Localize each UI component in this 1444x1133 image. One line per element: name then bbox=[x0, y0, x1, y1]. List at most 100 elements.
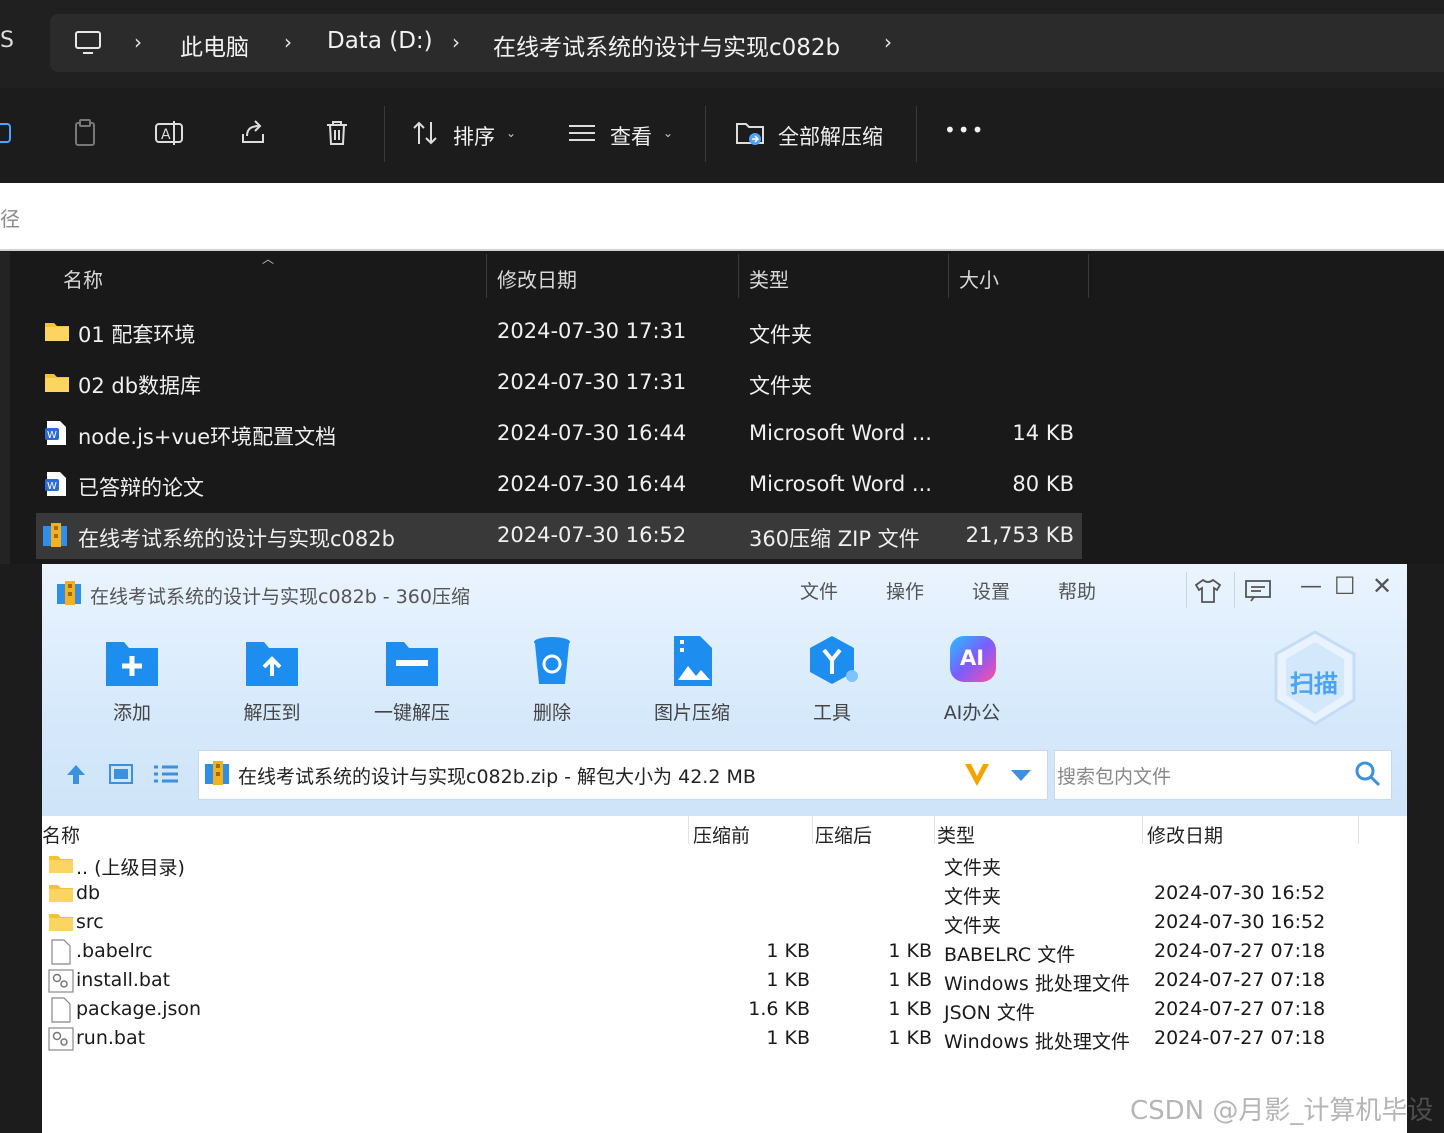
folder-icon bbox=[49, 914, 73, 931]
delete-icon[interactable] bbox=[322, 118, 352, 148]
extract-all-button[interactable]: 全部解压缩 bbox=[778, 121, 883, 151]
column-header-type[interactable]: 类型 bbox=[749, 264, 789, 293]
file-date: 2024-07-30 16:44 bbox=[497, 472, 687, 496]
col-date[interactable]: 修改日期 bbox=[1147, 821, 1223, 848]
column-divider[interactable] bbox=[1358, 816, 1359, 844]
minimize-icon[interactable]: — bbox=[1300, 574, 1322, 599]
archive-row[interactable]: package.json 1.6 KB 1 KB JSON 文件 2024-07… bbox=[42, 996, 1407, 1025]
menu-file[interactable]: 文件 bbox=[800, 577, 838, 604]
file-name: 02 db数据库 bbox=[78, 374, 202, 398]
column-divider[interactable] bbox=[738, 254, 739, 298]
column-header-date[interactable]: 修改日期 bbox=[497, 264, 577, 293]
view-button[interactable]: 查看 bbox=[610, 121, 652, 151]
entry-type: JSON 文件 bbox=[944, 1002, 1035, 1024]
watermark: CSDN @月影_计算机毕设 bbox=[1130, 1096, 1434, 1126]
rename-icon[interactable]: A bbox=[154, 118, 184, 148]
menu-operate[interactable]: 操作 bbox=[886, 577, 924, 604]
monitor-icon[interactable] bbox=[74, 30, 102, 56]
entry-after: 1 KB bbox=[888, 1027, 932, 1049]
ai-badge: AI bbox=[960, 646, 985, 670]
extract-all-icon[interactable] bbox=[735, 118, 765, 148]
archive-row[interactable]: .babelrc 1 KB 1 KB BABELRC 文件 2024-07-27… bbox=[42, 938, 1407, 967]
archive-row[interactable]: db 文件夹 2024-07-30 16:52 bbox=[42, 880, 1407, 909]
file-name: 01 配套环境 bbox=[78, 323, 196, 347]
chevron-down-icon[interactable]: ⌄ bbox=[506, 126, 516, 140]
search-box[interactable] bbox=[0, 183, 1444, 251]
archive-window: 在线考试系统的设计与实现c082b - 360压缩 文件 操作 设置 帮助 — … bbox=[42, 564, 1407, 1133]
column-divider[interactable] bbox=[688, 816, 689, 844]
archive-row[interactable]: .. (上级目录) 文件夹 bbox=[42, 851, 1407, 880]
archive-row[interactable]: run.bat 1 KB 1 KB Windows 批处理文件 2024-07-… bbox=[42, 1025, 1407, 1054]
breadcrumb-drive[interactable]: Data (D:) bbox=[327, 28, 433, 54]
archive-row[interactable]: src 文件夹 2024-07-30 16:52 bbox=[42, 909, 1407, 938]
chevron-right-icon[interactable]: › bbox=[884, 30, 892, 54]
image-compress-label: 图片压缩 bbox=[653, 702, 730, 724]
v-logo-icon[interactable] bbox=[962, 760, 992, 790]
file-date: 2024-07-30 17:31 bbox=[497, 370, 687, 394]
file-row[interactable]: 02 db数据库 2024-07-30 17:31 文件夹 bbox=[36, 360, 1082, 406]
chevron-right-icon[interactable]: › bbox=[134, 30, 142, 54]
menu-help[interactable]: 帮助 bbox=[1058, 577, 1096, 604]
entry-after: 1 KB bbox=[888, 998, 932, 1020]
column-header-size[interactable]: 大小 bbox=[959, 264, 999, 293]
breadcrumb-folder[interactable]: 在线考试系统的设计与实现c082b bbox=[493, 28, 840, 62]
maximize-icon[interactable]: ☐ bbox=[1334, 572, 1356, 600]
feedback-icon[interactable] bbox=[1244, 579, 1272, 603]
toolbar-divider bbox=[384, 106, 385, 162]
file-icon bbox=[51, 997, 71, 1023]
view-icon[interactable] bbox=[567, 118, 597, 148]
chevron-right-icon[interactable]: › bbox=[284, 30, 292, 54]
col-before[interactable]: 压缩前 bbox=[693, 821, 750, 848]
search-icon[interactable] bbox=[1354, 760, 1382, 788]
dropdown-arrow-icon[interactable] bbox=[1010, 768, 1032, 782]
chevron-down-icon[interactable]: ⌄ bbox=[663, 126, 673, 140]
close-icon[interactable]: ✕ bbox=[1372, 572, 1392, 600]
sort-button[interactable]: 排序 bbox=[453, 121, 495, 151]
column-divider[interactable] bbox=[1142, 816, 1143, 844]
toolbar-divider bbox=[916, 106, 917, 162]
entry-type: Windows 批处理文件 bbox=[944, 1031, 1130, 1053]
quick-extract-icon bbox=[386, 642, 438, 686]
col-type[interactable]: 类型 bbox=[937, 821, 975, 848]
file-size: 80 KB bbox=[1012, 472, 1074, 496]
column-header-name[interactable]: 名称 bbox=[63, 264, 103, 293]
entry-date: 2024-07-27 07:18 bbox=[1154, 940, 1326, 962]
chevron-right-icon[interactable]: › bbox=[452, 30, 460, 54]
address-left-fragment: S bbox=[0, 28, 14, 53]
column-divider[interactable] bbox=[812, 816, 813, 844]
title-divider bbox=[1234, 572, 1235, 608]
more-options-button[interactable]: ••• bbox=[944, 118, 985, 142]
skin-shirt-icon[interactable] bbox=[1194, 578, 1222, 604]
archive-row[interactable]: install.bat 1 KB 1 KB Windows 批处理文件 2024… bbox=[42, 967, 1407, 996]
file-type: 文件夹 bbox=[749, 374, 812, 398]
share-icon[interactable] bbox=[238, 118, 268, 148]
file-row[interactable]: W 已答辩的论文 2024-07-30 16:44 Microsoft Word… bbox=[36, 462, 1082, 508]
entry-type: BABELRC 文件 bbox=[944, 944, 1076, 966]
file-row-selected[interactable]: 在线考试系统的设计与实现c082b 2024-07-30 16:52 360压缩… bbox=[36, 513, 1082, 559]
up-arrow-icon[interactable] bbox=[64, 762, 88, 786]
col-after[interactable]: 压缩后 bbox=[815, 821, 872, 848]
file-size: 21,753 KB bbox=[965, 523, 1074, 547]
paste-icon[interactable] bbox=[70, 118, 100, 148]
column-divider[interactable] bbox=[1088, 254, 1089, 298]
column-divider[interactable] bbox=[486, 254, 487, 298]
entry-date: 2024-07-27 07:18 bbox=[1154, 998, 1326, 1020]
list-view-icon[interactable] bbox=[152, 762, 180, 786]
entry-before: 1 KB bbox=[766, 969, 810, 991]
breadcrumb-this-pc[interactable]: 此电脑 bbox=[180, 28, 249, 62]
column-divider[interactable] bbox=[948, 254, 949, 298]
entry-type: 文件夹 bbox=[944, 886, 1002, 908]
copy-icon[interactable] bbox=[0, 118, 16, 148]
column-divider[interactable] bbox=[934, 816, 935, 844]
file-size: 14 KB bbox=[1012, 421, 1074, 445]
menu-settings[interactable]: 设置 bbox=[972, 577, 1010, 604]
entry-after: 1 KB bbox=[888, 969, 932, 991]
entry-type: Windows 批处理文件 bbox=[944, 973, 1130, 995]
scan-label[interactable]: 扫描 bbox=[1290, 664, 1338, 699]
col-name[interactable]: 名称 bbox=[42, 821, 80, 848]
file-row[interactable]: W node.js+vue环境配置文档 2024-07-30 16:44 Mic… bbox=[36, 411, 1082, 457]
sort-icon[interactable] bbox=[410, 118, 440, 148]
file-name: node.js+vue环境配置文档 bbox=[78, 425, 337, 449]
file-row[interactable]: 01 配套环境 2024-07-30 17:31 文件夹 bbox=[36, 309, 1082, 355]
thumbnail-view-icon[interactable] bbox=[108, 762, 134, 786]
